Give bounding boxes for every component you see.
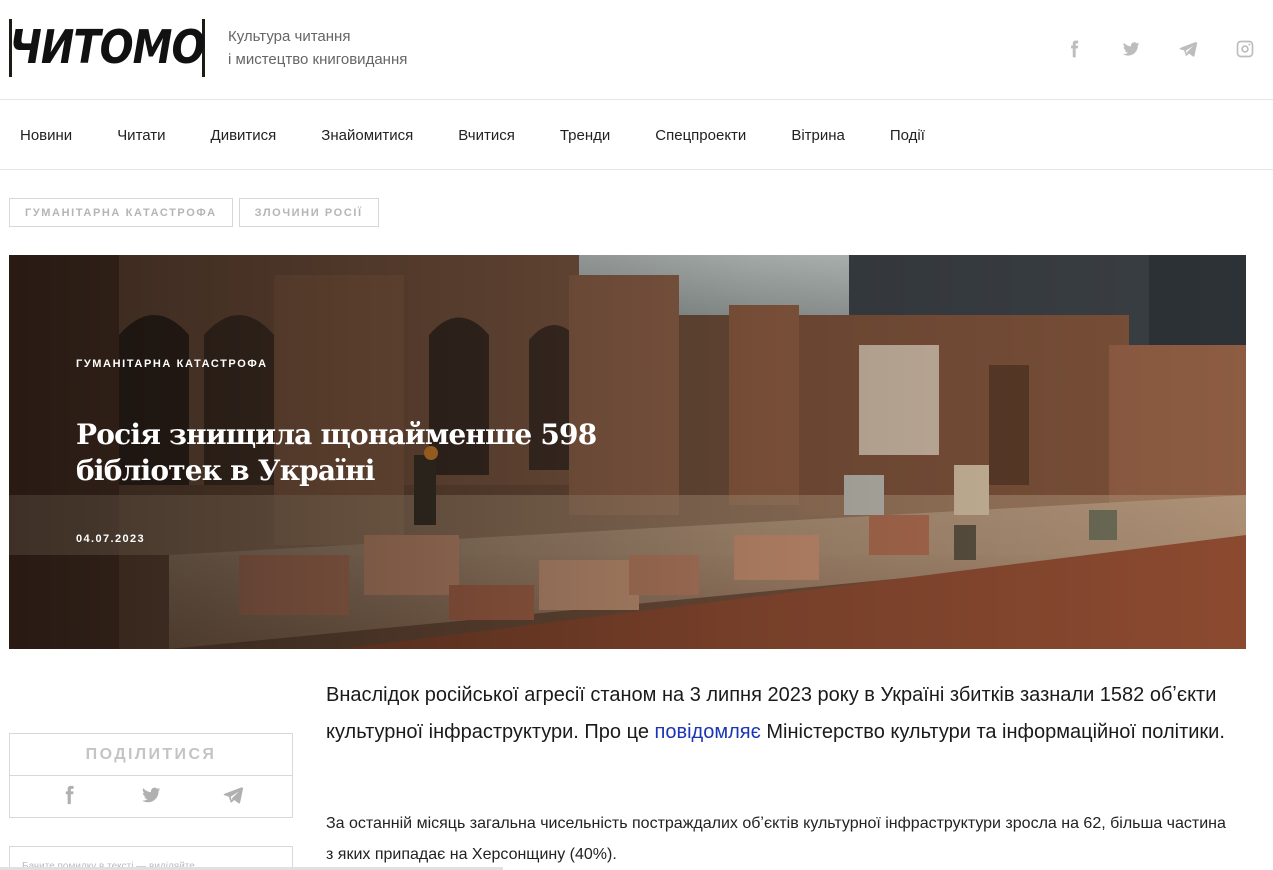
tag-humanitarian-catastrophe[interactable]: ГУМАНІТАРНА КАТАСТРОФА xyxy=(9,198,233,227)
nav-item-special-projects[interactable]: Спецпроекти xyxy=(655,127,746,144)
telegram-icon[interactable] xyxy=(1159,32,1216,66)
telegram-icon[interactable] xyxy=(222,784,244,811)
header-social-links xyxy=(1045,32,1273,66)
lead-text-2: Міністерство культури та інформаційної п… xyxy=(760,721,1225,743)
tag-russia-crimes[interactable]: ЗЛОЧИНИ РОСІЇ xyxy=(238,198,379,227)
share-icons xyxy=(10,776,292,818)
hero-title[interactable]: Росія знищила щонайменше 598 бібліотек в… xyxy=(76,417,716,489)
nav-item-trends[interactable]: Тренди xyxy=(560,127,610,144)
hero-category[interactable]: ГУМАНІТАРНА КАТАСТРОФА xyxy=(76,358,268,370)
site-logo[interactable]: ЧИТОМО xyxy=(9,18,205,78)
main-nav: Новини Читати Дивитися Знайомитися Вчити… xyxy=(0,101,1273,170)
nav-item-learn[interactable]: Вчитися xyxy=(458,127,515,144)
share-box: ПОДІЛИТИСЯ xyxy=(9,733,293,818)
article-paragraph: За останній місяць загальна чисельність … xyxy=(326,815,1226,863)
hero-date: 04.07.2023 xyxy=(76,533,146,545)
facebook-icon[interactable] xyxy=(58,784,80,811)
facebook-icon[interactable] xyxy=(1045,32,1102,66)
logo-text: ЧИТОМО xyxy=(10,18,205,78)
site-header: ЧИТОМО Культура читання і мистецтво книг… xyxy=(0,0,1273,100)
nav-item-showcase[interactable]: Вітрина xyxy=(791,127,845,144)
lead-source-link[interactable]: повідомляє xyxy=(655,721,761,743)
article-lead: Внаслідок російської агресії станом на 3… xyxy=(326,677,1226,751)
tagline-line-2: і мистецтво книговидання xyxy=(228,51,408,68)
hero-banner: ГУМАНІТАРНА КАТАСТРОФА Росія знищила щон… xyxy=(9,255,1246,649)
share-title: ПОДІЛИТИСЯ xyxy=(10,734,292,776)
nav-item-read[interactable]: Читати xyxy=(117,127,165,144)
instagram-icon[interactable] xyxy=(1216,32,1273,66)
twitter-icon[interactable] xyxy=(140,784,162,811)
nav-item-news[interactable]: Новини xyxy=(8,127,84,147)
tagline-line-1: Культура читання xyxy=(228,28,351,45)
twitter-icon[interactable] xyxy=(1102,32,1159,66)
nav-item-watch[interactable]: Дивитися xyxy=(211,127,277,144)
nav-item-events[interactable]: Події xyxy=(890,127,925,144)
article-tags: ГУМАНІТАРНА КАТАСТРОФА ЗЛОЧИНИ РОСІЇ xyxy=(9,198,379,227)
site-tagline: Культура читання і мистецтво книговиданн… xyxy=(228,25,407,71)
nav-item-meet[interactable]: Знайомитися xyxy=(321,127,413,144)
